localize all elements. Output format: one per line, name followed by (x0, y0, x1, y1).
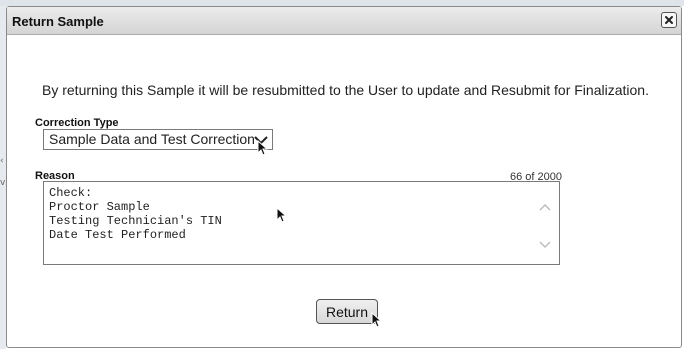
reason-line: Testing Technician's TIN (49, 214, 222, 228)
scroll-down-icon[interactable] (538, 240, 552, 250)
mouse-cursor-icon (257, 140, 268, 156)
correction-type-select[interactable]: Sample Data and Test Correction (43, 129, 273, 150)
close-icon (665, 16, 673, 24)
correction-type-label: Correction Type (35, 117, 119, 129)
mouse-cursor-icon (276, 207, 287, 223)
reason-textarea[interactable]: Check: Proctor Sample Testing Technician… (43, 181, 560, 265)
reason-line: Check: (49, 186, 93, 200)
return-button[interactable]: Return (316, 299, 378, 324)
dialog-title: Return Sample (12, 14, 104, 29)
correction-type-value: Sample Data and Test Correction (49, 131, 255, 147)
dialog-titlebar: Return Sample (7, 7, 681, 35)
return-sample-dialog: Return Sample By returning this Sample i… (6, 6, 682, 348)
reason-line: Date Test Performed (49, 228, 186, 242)
reason-line: Proctor Sample (49, 200, 150, 214)
close-button[interactable] (661, 12, 677, 28)
scroll-up-icon[interactable] (538, 202, 552, 212)
dialog-message: By returning this Sample it will be resu… (42, 82, 649, 98)
mouse-cursor-icon (371, 312, 382, 328)
